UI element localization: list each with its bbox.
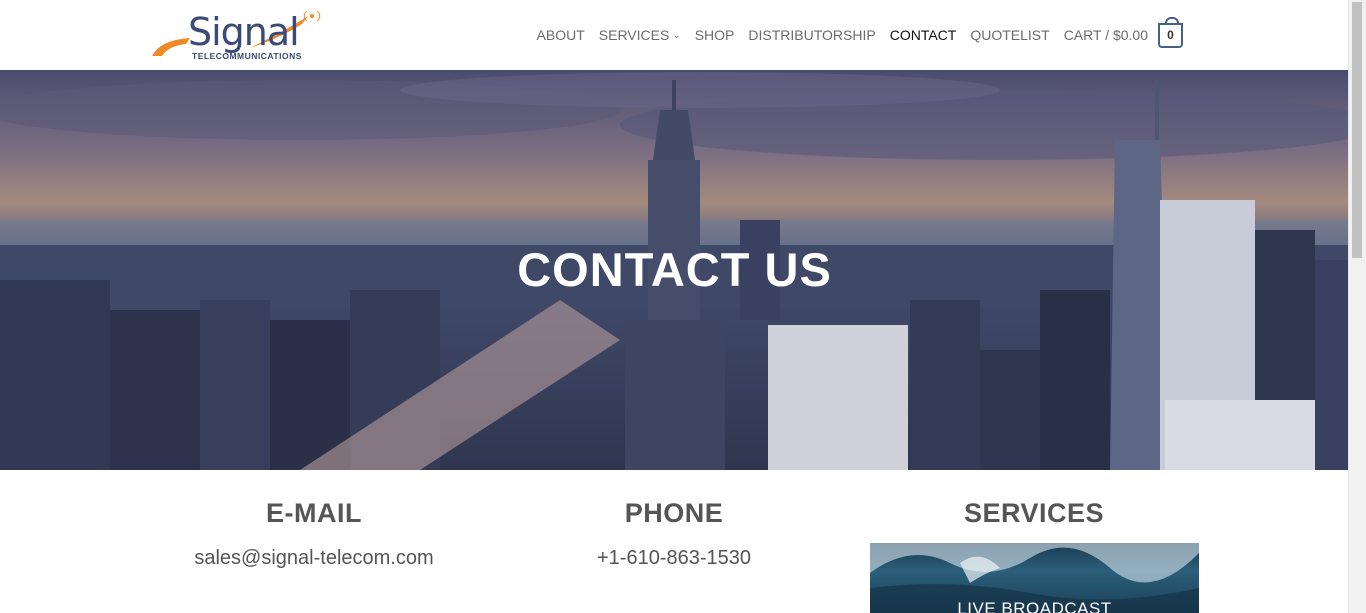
- scrollbar-thumb[interactable]: [1352, 2, 1362, 258]
- nav-about[interactable]: ABOUT: [537, 27, 585, 43]
- email-heading: E-MAIL: [266, 498, 362, 528]
- page-scrollbar[interactable]: [1348, 0, 1366, 613]
- nav-services-label: SERVICES: [598, 27, 670, 43]
- services-section: SERVICES: [854, 498, 1214, 529]
- services-heading: SERVICES: [963, 498, 1105, 528]
- logo-tagline: TELECOMMUNICATIONS: [192, 51, 302, 61]
- nav-shop[interactable]: SHOP: [695, 27, 735, 43]
- email-link[interactable]: sales@signal-telecom.com: [134, 547, 494, 570]
- nav-contact[interactable]: CONTACT: [890, 27, 957, 43]
- logo-brand-text: Signal: [188, 10, 300, 54]
- nav-cart[interactable]: CART / $0.00: [1064, 27, 1148, 43]
- site-logo[interactable]: Signal TELECOMMUNICATIONS: [150, 8, 330, 64]
- nav-services[interactable]: SERVICES ⌄: [599, 27, 681, 43]
- phone-link[interactable]: +1-610-863-1530: [494, 547, 854, 570]
- chevron-down-icon: ⌄: [672, 29, 681, 41]
- email-section: E-MAIL sales@signal-telecom.com: [134, 498, 494, 570]
- live-broadcast-label: LIVE BROADCAST: [957, 599, 1112, 613]
- nav-quotelist[interactable]: QUOTELIST: [970, 27, 1049, 43]
- hero-banner: CONTACT US: [0, 70, 1349, 470]
- phone-section: PHONE +1-610-863-1530: [494, 498, 854, 570]
- main-nav: ABOUT SERVICES ⌄ SHOP DISTRIBUTORSHIP CO…: [523, 16, 1183, 50]
- live-broadcast-card[interactable]: LIVE BROADCAST: [870, 543, 1199, 613]
- nav-distributorship[interactable]: DISTRIBUTORSHIP: [748, 27, 875, 43]
- phone-heading: PHONE: [624, 498, 724, 528]
- cart-count: 0: [1167, 28, 1174, 42]
- page-title: CONTACT US: [517, 243, 832, 296]
- site-header: Signal TELECOMMUNICATIONS ABOUT SERVICES…: [0, 0, 1349, 70]
- cart-icon[interactable]: 0: [1158, 16, 1183, 48]
